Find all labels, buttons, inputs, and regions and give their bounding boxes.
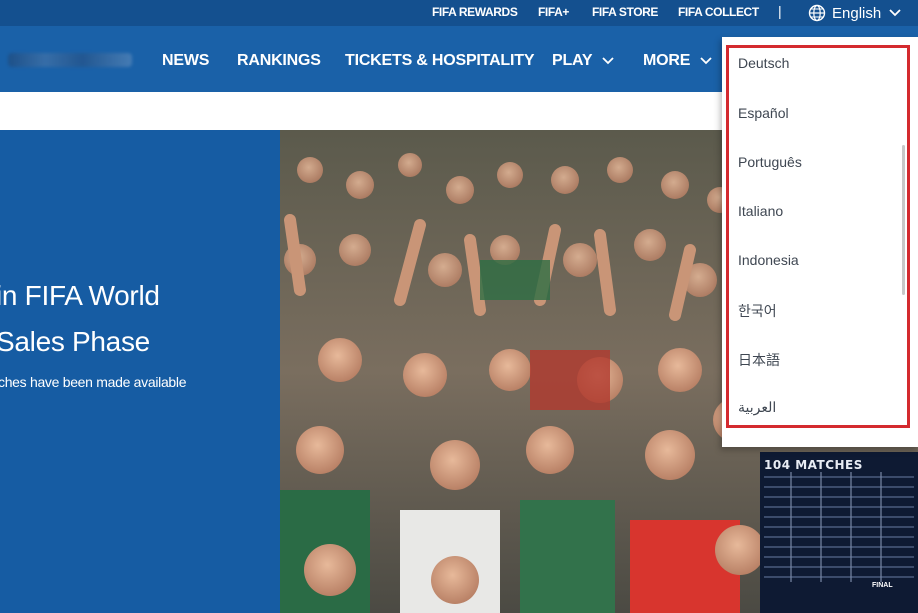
utility-bar: FIFA REWARDS FIFA+ FIFA STORE FIFA COLLE…	[0, 0, 918, 26]
language-option-italiano[interactable]: Italiano	[738, 203, 783, 219]
language-option-indonesia[interactable]: Indonesia	[738, 252, 799, 268]
hero-subtitle: ches have been made available	[0, 374, 187, 390]
nav-news-label: NEWS	[162, 52, 210, 69]
language-option-korean[interactable]: 한국어	[738, 301, 777, 321]
fifa-plus-link[interactable]: FIFA+	[538, 5, 569, 19]
hero-title-line1: in FIFA World	[0, 280, 160, 311]
chevron-down-icon	[602, 52, 615, 70]
language-option-portugues[interactable]: Português	[738, 154, 802, 170]
match-schedule-poster: 104 MATCHES FINAL	[760, 452, 918, 613]
language-current-label: English	[832, 4, 882, 22]
utility-separator: |	[778, 3, 782, 19]
schedule-final-label: FINAL	[872, 582, 893, 589]
fifa-store-link[interactable]: FIFA STORE	[592, 5, 658, 19]
nav-play-label: PLAY	[552, 52, 593, 69]
chevron-down-icon	[700, 52, 712, 70]
language-selector[interactable]: English	[808, 3, 901, 23]
nav-more[interactable]: MORE	[643, 52, 712, 70]
nav-news[interactable]: NEWS	[162, 52, 209, 70]
fifa-rewards-link[interactable]: FIFA REWARDS	[432, 5, 518, 19]
nav-play[interactable]: PLAY	[552, 52, 615, 70]
language-option-espanol[interactable]: Español	[738, 105, 789, 121]
nav-rankings-label: RANKINGS	[237, 52, 321, 69]
globe-icon	[808, 4, 826, 22]
language-option-deutsch[interactable]: Deutsch	[738, 55, 789, 71]
nav-rankings[interactable]: RANKINGS	[237, 52, 321, 70]
hero-title-line2: Sales Phase	[0, 326, 150, 357]
dropdown-scrollbar[interactable]	[902, 145, 905, 295]
fifa-logo[interactable]	[8, 53, 132, 67]
nav-tickets-label: TICKETS & HOSPITALITY	[345, 52, 535, 69]
fifa-collect-link[interactable]: FIFA COLLECT	[678, 5, 759, 19]
language-option-arabic[interactable]: العربية	[738, 399, 776, 416]
chevron-down-icon	[889, 9, 901, 17]
nav-more-label: MORE	[643, 52, 691, 69]
language-option-japanese[interactable]: 日本語	[738, 350, 780, 370]
hero-panel: in FIFA World Sales Phase ches have been…	[0, 130, 280, 613]
schedule-title: 104 MATCHES	[764, 458, 863, 472]
nav-tickets-hospitality[interactable]: TICKETS & HOSPITALITY	[345, 52, 534, 70]
language-dropdown: Deutsch Español Português Italiano Indon…	[722, 37, 918, 447]
